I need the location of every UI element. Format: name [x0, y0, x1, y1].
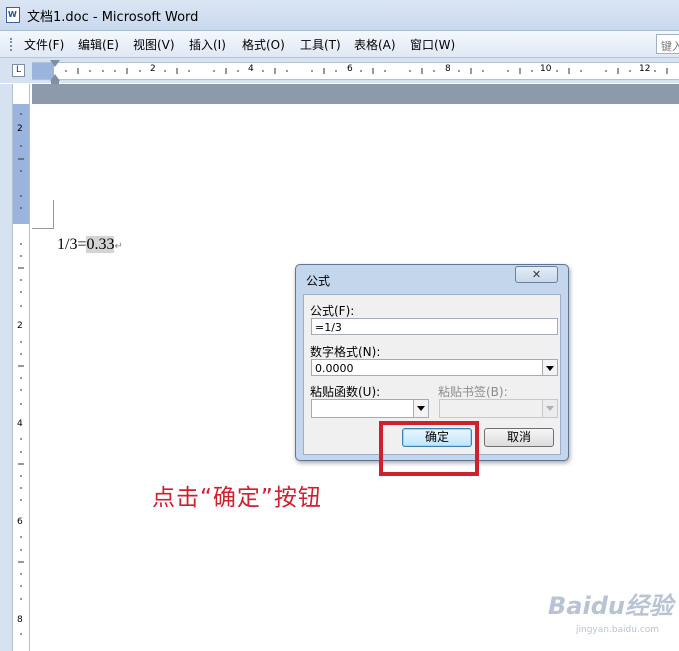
page-background-band	[32, 84, 679, 104]
help-search-input[interactable]: 键入	[656, 34, 679, 54]
ruler-number: 2	[150, 64, 156, 74]
paragraph-mark: ↵	[114, 241, 123, 252]
margin-corner-mark	[53, 200, 54, 228]
document-text-prefix: 1/3=	[57, 236, 87, 253]
menu-view[interactable]: 视图(V)	[133, 36, 175, 53]
watermark-logo: Baidu经验	[548, 592, 673, 620]
vruler-number: 6	[17, 517, 23, 527]
baidu-watermark: Baidu经验 jingyan.baidu.com	[548, 586, 673, 636]
chevron-down-icon	[542, 400, 557, 417]
dialog-close-button[interactable]: ✕	[515, 266, 558, 283]
paste-function-label: 粘贴函数(U):	[310, 385, 381, 399]
left-gutter	[0, 84, 12, 651]
vertical-ruler-ticks	[18, 113, 24, 635]
chevron-down-icon[interactable]	[542, 360, 557, 375]
chevron-down-icon[interactable]	[413, 400, 428, 417]
menu-insert[interactable]: 插入(I)	[189, 36, 226, 53]
word-app-icon[interactable]: W	[6, 7, 20, 23]
menu-file[interactable]: 文件(F)	[24, 36, 64, 53]
menu-bar: 文件(F) 编辑(E) 视图(V) 插入(I) 格式(O) 工具(T) 表格(A…	[0, 31, 679, 58]
number-format-label: 数字格式(N):	[310, 345, 381, 359]
ruler-number: 10	[540, 64, 552, 74]
window-title: 文档1.doc - Microsoft Word	[27, 10, 199, 25]
ruler-ticks	[65, 68, 668, 74]
paste-bookmark-label: 粘贴书签(B):	[438, 385, 508, 399]
paste-bookmark-select	[439, 399, 558, 418]
cancel-button[interactable]: 取消	[484, 428, 554, 447]
margin-corner-mark	[32, 228, 54, 229]
dialog-title: 公式	[306, 274, 331, 288]
annotation-text: 点击“确定”按钮	[152, 485, 322, 511]
vruler-number: 8	[17, 615, 23, 625]
vruler-number: 4	[17, 419, 23, 429]
menu-format[interactable]: 格式(O)	[242, 36, 285, 53]
highlight-box	[379, 421, 479, 476]
formula-input[interactable]: =1/3	[311, 318, 558, 335]
menu-edit[interactable]: 编辑(E)	[78, 36, 119, 53]
field-result[interactable]: 0.33	[86, 236, 115, 253]
vruler-number: 2	[17, 321, 23, 331]
number-format-value: 0.0000	[315, 362, 354, 375]
document-text[interactable]: 1/3=0.33↵	[57, 236, 123, 254]
paste-function-select[interactable]	[311, 399, 429, 418]
first-line-indent-marker[interactable]	[50, 60, 60, 67]
toolbar-grip[interactable]	[10, 38, 14, 51]
ruler-number: 12	[639, 64, 651, 74]
horizontal-ruler[interactable]: 2 4 6 8 10 12	[32, 62, 679, 80]
ruler-number: 8	[445, 64, 451, 74]
formula-label: 公式(F):	[310, 304, 355, 318]
menu-window[interactable]: 窗口(W)	[410, 36, 455, 53]
menu-table[interactable]: 表格(A)	[354, 36, 396, 53]
title-bar: W 文档1.doc - Microsoft Word	[0, 0, 679, 31]
vruler-number: 2	[17, 124, 23, 134]
vertical-ruler[interactable]: 2 2 4 6 8	[12, 84, 30, 651]
number-format-select[interactable]: 0.0000	[311, 359, 558, 376]
ruler-number: 4	[248, 64, 254, 74]
menu-tools[interactable]: 工具(T)	[300, 36, 341, 53]
ruler-number: 6	[347, 64, 353, 74]
tab-selector-button[interactable]: L	[12, 64, 25, 77]
watermark-url: jingyan.baidu.com	[576, 625, 660, 635]
